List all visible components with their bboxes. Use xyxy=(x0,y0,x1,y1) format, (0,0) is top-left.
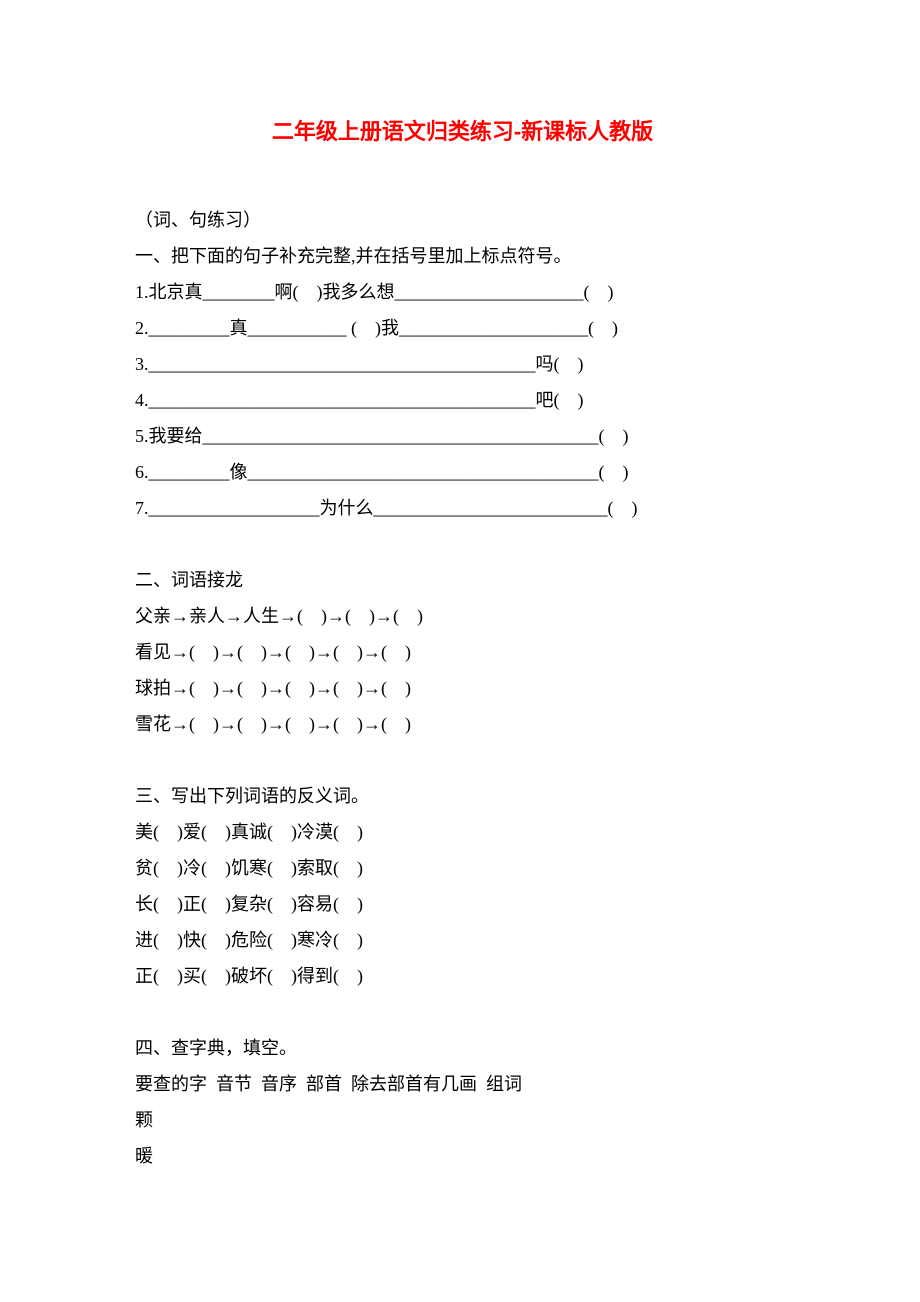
section3-item: 美( )爱( )真诚( )冷漠( ) xyxy=(135,814,790,850)
blank-line xyxy=(135,742,790,778)
section3-heading: 三、写出下列词语的反义词。 xyxy=(135,778,790,814)
section2-item: 父亲→亲人→人生→( )→( )→( ) xyxy=(135,598,790,634)
section1-item: 3.______________________________________… xyxy=(135,346,790,382)
document-page: 二年级上册语文归类练习-新课标人教版 （词、句练习） 一、把下面的句子补充完整,… xyxy=(0,0,920,1302)
section2-item: 球拍→( )→( )→( )→( )→( ) xyxy=(135,670,790,706)
section2-item: 雪花→( )→( )→( )→( )→( ) xyxy=(135,706,790,742)
blank-line xyxy=(135,994,790,1030)
section2-item: 看见→( )→( )→( )→( )→( ) xyxy=(135,634,790,670)
section3-item: 长( )正( )复杂( )容易( ) xyxy=(135,886,790,922)
section1-item: 7.___________________为什么________________… xyxy=(135,490,790,526)
section3-item: 进( )快( )危险( )寒冷( ) xyxy=(135,922,790,958)
section1-item: 5.我要给___________________________________… xyxy=(135,418,790,454)
section3-item: 贫( )冷( )饥寒( )索取( ) xyxy=(135,850,790,886)
section4-heading: 四、查字典，填空。 xyxy=(135,1030,790,1066)
subtitle: （词、句练习） xyxy=(135,202,790,238)
section4-row: 颗 xyxy=(135,1102,790,1138)
section1-item: 6._________像____________________________… xyxy=(135,454,790,490)
section2-heading: 二、词语接龙 xyxy=(135,562,790,598)
section4-header-row: 要查的字 音节 音序 部首 除去部首有几画 组词 xyxy=(135,1066,790,1102)
section1-item: 2._________真___________ ( )我____________… xyxy=(135,310,790,346)
blank-line xyxy=(135,526,790,562)
section4-row: 暖 xyxy=(135,1138,790,1174)
section1-heading: 一、把下面的句子补充完整,并在括号里加上标点符号。 xyxy=(135,238,790,274)
document-title: 二年级上册语文归类练习-新课标人教版 xyxy=(135,110,790,154)
section1-item: 1.北京真________啊( )我多么想___________________… xyxy=(135,274,790,310)
section1-item: 4.______________________________________… xyxy=(135,382,790,418)
section3-item: 正( )买( )破坏( )得到( ) xyxy=(135,958,790,994)
